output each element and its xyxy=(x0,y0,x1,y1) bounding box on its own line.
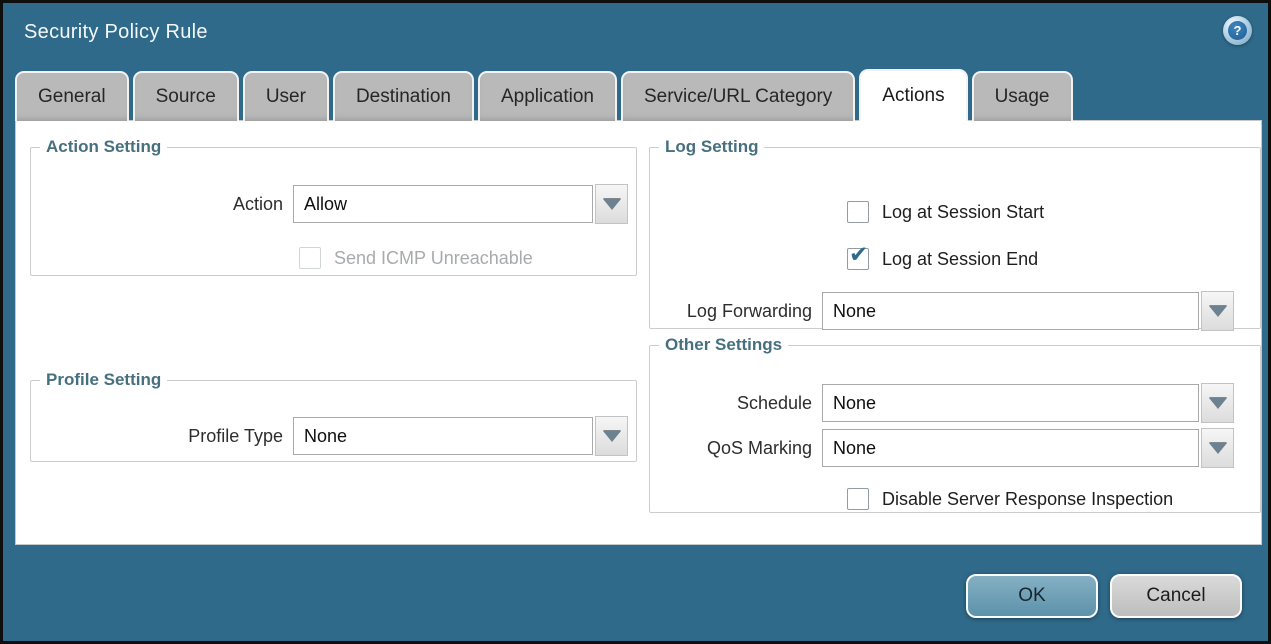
log-session-end-checkbox[interactable] xyxy=(847,248,869,270)
dialog-title: Security Policy Rule xyxy=(24,21,208,44)
tab-application[interactable]: Application xyxy=(478,71,617,121)
tab-service-url-category[interactable]: Service/URL Category xyxy=(621,71,855,121)
schedule-dropdown[interactable]: None xyxy=(822,383,1234,423)
qos-marking-dropdown-value[interactable]: None xyxy=(822,429,1199,467)
schedule-dropdown-button[interactable] xyxy=(1201,383,1234,423)
dsri-checkbox[interactable] xyxy=(847,488,869,510)
action-dropdown-value[interactable]: Allow xyxy=(293,185,593,223)
action-dropdown-button[interactable] xyxy=(595,184,628,224)
chevron-down-icon xyxy=(1209,443,1227,454)
log-session-end-checkbox-row: Log at Session End xyxy=(847,248,1038,270)
actions-tab-panel: Action Setting Action Allow Send ICMP Un… xyxy=(15,120,1262,545)
log-setting-legend: Log Setting xyxy=(659,137,764,157)
other-settings-group: Other Settings Schedule None QoS Marking… xyxy=(649,335,1261,513)
profile-setting-legend: Profile Setting xyxy=(40,370,167,390)
log-forwarding-dropdown-button[interactable] xyxy=(1201,291,1234,331)
tab-actions[interactable]: Actions xyxy=(859,69,967,121)
ok-button[interactable]: OK xyxy=(966,574,1098,618)
help-icon[interactable]: ? xyxy=(1223,16,1252,45)
other-settings-legend: Other Settings xyxy=(659,335,788,355)
tab-general[interactable]: General xyxy=(15,71,129,121)
tab-destination[interactable]: Destination xyxy=(333,71,474,121)
send-icmp-unreachable-checkbox-row: Send ICMP Unreachable xyxy=(299,247,533,269)
profile-type-label: Profile Type xyxy=(31,426,293,447)
log-forwarding-label: Log Forwarding xyxy=(650,301,822,322)
log-forwarding-row: Log Forwarding None xyxy=(650,291,1234,331)
qos-marking-label: QoS Marking xyxy=(650,438,822,459)
action-dropdown[interactable]: Allow xyxy=(293,184,628,224)
log-session-start-checkbox[interactable] xyxy=(847,201,869,223)
profile-type-dropdown-button[interactable] xyxy=(595,416,628,456)
chevron-down-icon xyxy=(1209,306,1227,317)
chevron-down-icon xyxy=(603,431,621,442)
log-forwarding-dropdown-value[interactable]: None xyxy=(822,292,1199,330)
qos-marking-row: QoS Marking None xyxy=(650,428,1234,468)
send-icmp-unreachable-label: Send ICMP Unreachable xyxy=(334,248,533,269)
action-label: Action xyxy=(31,194,293,215)
profile-type-row: Profile Type None xyxy=(31,416,628,456)
cancel-button[interactable]: Cancel xyxy=(1110,574,1242,618)
security-policy-rule-dialog: Security Policy Rule ? General Source Us… xyxy=(0,0,1271,644)
tab-bar: General Source User Destination Applicat… xyxy=(15,69,1073,121)
question-mark-icon: ? xyxy=(1228,21,1247,40)
log-session-start-checkbox-row: Log at Session Start xyxy=(847,201,1044,223)
log-setting-group: Log Setting Log at Session Start Log at … xyxy=(649,137,1261,329)
action-row: Action Allow xyxy=(31,184,628,224)
schedule-dropdown-value[interactable]: None xyxy=(822,384,1199,422)
chevron-down-icon xyxy=(1209,398,1227,409)
qos-marking-dropdown-button[interactable] xyxy=(1201,428,1234,468)
action-setting-group: Action Setting Action Allow Send ICMP Un… xyxy=(30,137,637,276)
qos-marking-dropdown[interactable]: None xyxy=(822,428,1234,468)
profile-type-dropdown[interactable]: None xyxy=(293,416,628,456)
dsri-checkbox-row: Disable Server Response Inspection xyxy=(847,488,1173,510)
log-forwarding-dropdown[interactable]: None xyxy=(822,291,1234,331)
tab-user[interactable]: User xyxy=(243,71,329,121)
profile-setting-group: Profile Setting Profile Type None xyxy=(30,370,637,462)
profile-type-dropdown-value[interactable]: None xyxy=(293,417,593,455)
schedule-row: Schedule None xyxy=(650,383,1234,423)
tab-usage[interactable]: Usage xyxy=(972,71,1073,121)
schedule-label: Schedule xyxy=(650,393,822,414)
action-setting-legend: Action Setting xyxy=(40,137,167,157)
log-session-start-label: Log at Session Start xyxy=(882,202,1044,223)
chevron-down-icon xyxy=(603,199,621,210)
dsri-label: Disable Server Response Inspection xyxy=(882,489,1173,510)
send-icmp-unreachable-checkbox[interactable] xyxy=(299,247,321,269)
log-session-end-label: Log at Session End xyxy=(882,249,1038,270)
tab-source[interactable]: Source xyxy=(133,71,239,121)
